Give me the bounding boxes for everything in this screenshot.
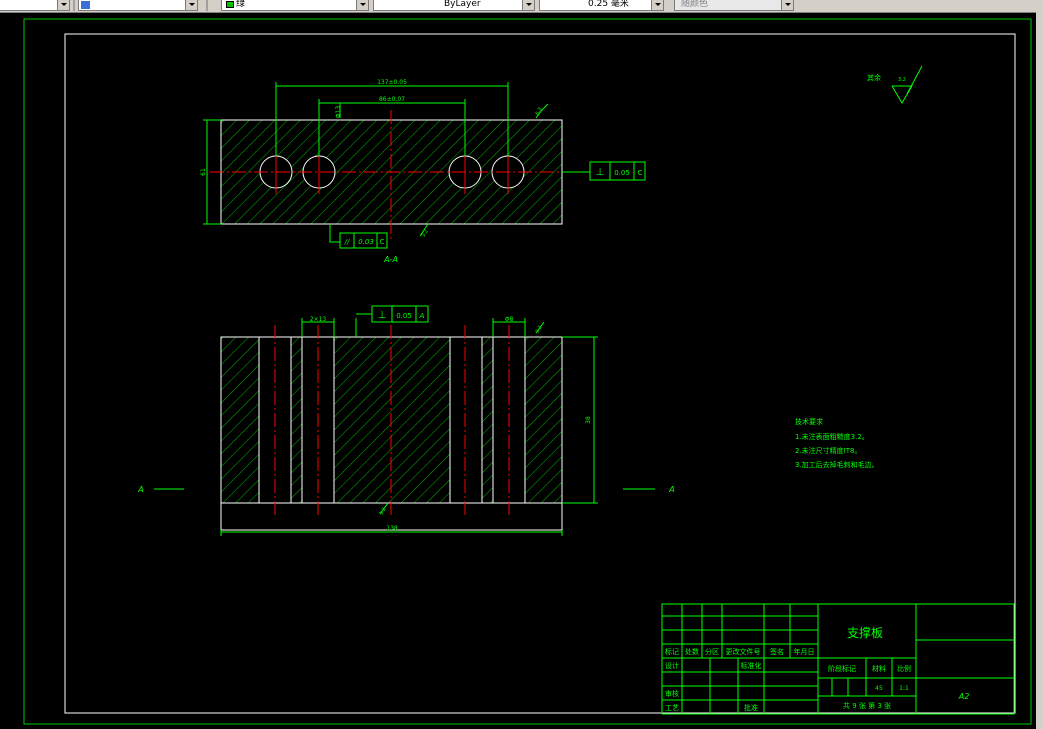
review-label: 审核 xyxy=(665,689,679,698)
layer-icon xyxy=(81,1,90,9)
header-cell: 签名 xyxy=(770,647,784,656)
dim-front-height: 38 xyxy=(585,416,592,424)
material-value: 45 xyxy=(875,685,883,692)
hatch-region xyxy=(220,336,260,504)
lineweight-combo[interactable]: 0.25 毫米 xyxy=(539,0,664,11)
vertical-scrollbar[interactable] xyxy=(1036,12,1043,729)
drawing-canvas[interactable]: 137±0.05 86±0.07 61 Φ13 6.3 3.2 ⊥ 0.05 C… xyxy=(0,12,1036,729)
svg-text:⊥: ⊥ xyxy=(378,310,387,321)
dim-height: 61 xyxy=(200,168,207,176)
color-swatch-icon xyxy=(226,1,234,8)
standardize-label: 标准化 xyxy=(741,661,762,670)
chevron-down-icon[interactable] xyxy=(185,0,197,10)
sheet-size: A2 xyxy=(958,692,970,701)
surface-roughness-note: 其余 3.2 xyxy=(867,65,923,104)
dim-hole-spacing: 86±0.07 xyxy=(379,96,405,103)
header-cell: 标记 xyxy=(665,647,679,656)
scale-value: 1:1 xyxy=(899,685,909,692)
chevron-down-icon[interactable] xyxy=(356,0,368,10)
toolbar-separator xyxy=(206,0,208,11)
svg-text:3.2: 3.2 xyxy=(898,77,906,83)
tech-item: 2.未注尺寸精度IT8。 xyxy=(795,446,861,455)
top-view: 137±0.05 86±0.07 61 Φ13 6.3 3.2 ⊥ 0.05 C… xyxy=(200,79,646,264)
dim-slot-right: Φ8 xyxy=(505,316,514,323)
chevron-down-icon[interactable] xyxy=(781,0,793,10)
hatch-region xyxy=(481,336,494,504)
tech-requirements: 技术要求 1.未注表面粗糙度3.2。 2.未注尺寸精度IT8。 3.加工后去掉毛… xyxy=(795,417,879,469)
layer-combo[interactable] xyxy=(78,0,198,11)
svg-text:C: C xyxy=(380,238,385,246)
header-cell: 年月日 xyxy=(794,647,815,656)
header-cell: 分区 xyxy=(705,647,719,656)
stage-mark-label: 阶段标记 xyxy=(828,664,856,673)
weight-label: 材料 xyxy=(872,664,886,673)
dim-hole-diameter: Φ13 xyxy=(335,106,342,119)
svg-text:0.05: 0.05 xyxy=(396,312,412,320)
approve-label: 批准 xyxy=(744,703,758,712)
tech-title: 技术要求 xyxy=(795,417,823,426)
header-cell: 处数 xyxy=(685,647,699,656)
toolbar-separator xyxy=(73,0,75,11)
chevron-down-icon[interactable] xyxy=(651,0,663,10)
color-combo[interactable]: 绿 xyxy=(221,0,369,11)
roughness-front-top: 3.2 xyxy=(535,325,544,335)
svg-text:0.05: 0.05 xyxy=(614,169,630,177)
chevron-down-icon[interactable] xyxy=(57,0,69,10)
hatch-region xyxy=(290,336,303,504)
dim-slot-left: 2×13 xyxy=(310,316,327,323)
roughness-front-bottom: 3.2 xyxy=(379,507,388,517)
svg-text:0.03: 0.03 xyxy=(358,238,374,246)
scale-label: 比例 xyxy=(897,664,911,673)
section-label: A-A xyxy=(383,255,398,264)
front-view: 2×13 Φ8 38 138 3.2 3.2 A A ⊥ 0.05 A xyxy=(137,305,675,536)
tech-item: 1.未注表面粗糙度3.2。 xyxy=(795,432,869,441)
tolerance-frame-right: ⊥ 0.05 C xyxy=(589,161,646,181)
svg-text://: // xyxy=(344,238,350,246)
sheet-info: 共 9 张 第 3 张 xyxy=(843,701,891,710)
svg-text:C: C xyxy=(638,169,643,177)
section-marker-left: A xyxy=(137,485,143,494)
plotstyle-combo[interactable]: 随颜色 xyxy=(674,0,794,11)
svg-text:⊥: ⊥ xyxy=(596,167,605,178)
linetype-combo[interactable]: ByLayer xyxy=(373,0,535,11)
tolerance-frame-front: ⊥ 0.05 A xyxy=(371,305,429,323)
tolerance-frame-bottom: // 0.03 C xyxy=(339,232,388,249)
svg-text:A: A xyxy=(419,312,425,320)
roughness-top-right: 6.3 xyxy=(535,107,544,117)
roughness-bottom: 3.2 xyxy=(421,229,430,239)
design-label: 设计 xyxy=(665,661,679,670)
dim-front-width: 138 xyxy=(386,525,398,532)
toolbar-combo-1[interactable] xyxy=(0,0,70,11)
svg-text:其余: 其余 xyxy=(867,73,881,82)
dim-overall-length: 137±0.05 xyxy=(377,79,407,86)
tech-item: 3.加工后去掉毛刺和毛边。 xyxy=(795,460,879,469)
process-label: 工艺 xyxy=(665,704,679,712)
title-block-text: 支撑板 标记 处数 分区 更改文件号 签名 年月日 设计 标准化 审核 工艺 批… xyxy=(665,625,969,712)
hatch-region xyxy=(333,336,451,504)
hatch-region xyxy=(524,336,563,504)
chevron-down-icon[interactable] xyxy=(522,0,534,10)
part-name: 支撑板 xyxy=(847,625,883,640)
section-marker-right: A xyxy=(668,485,674,494)
header-cell: 更改文件号 xyxy=(726,647,761,656)
